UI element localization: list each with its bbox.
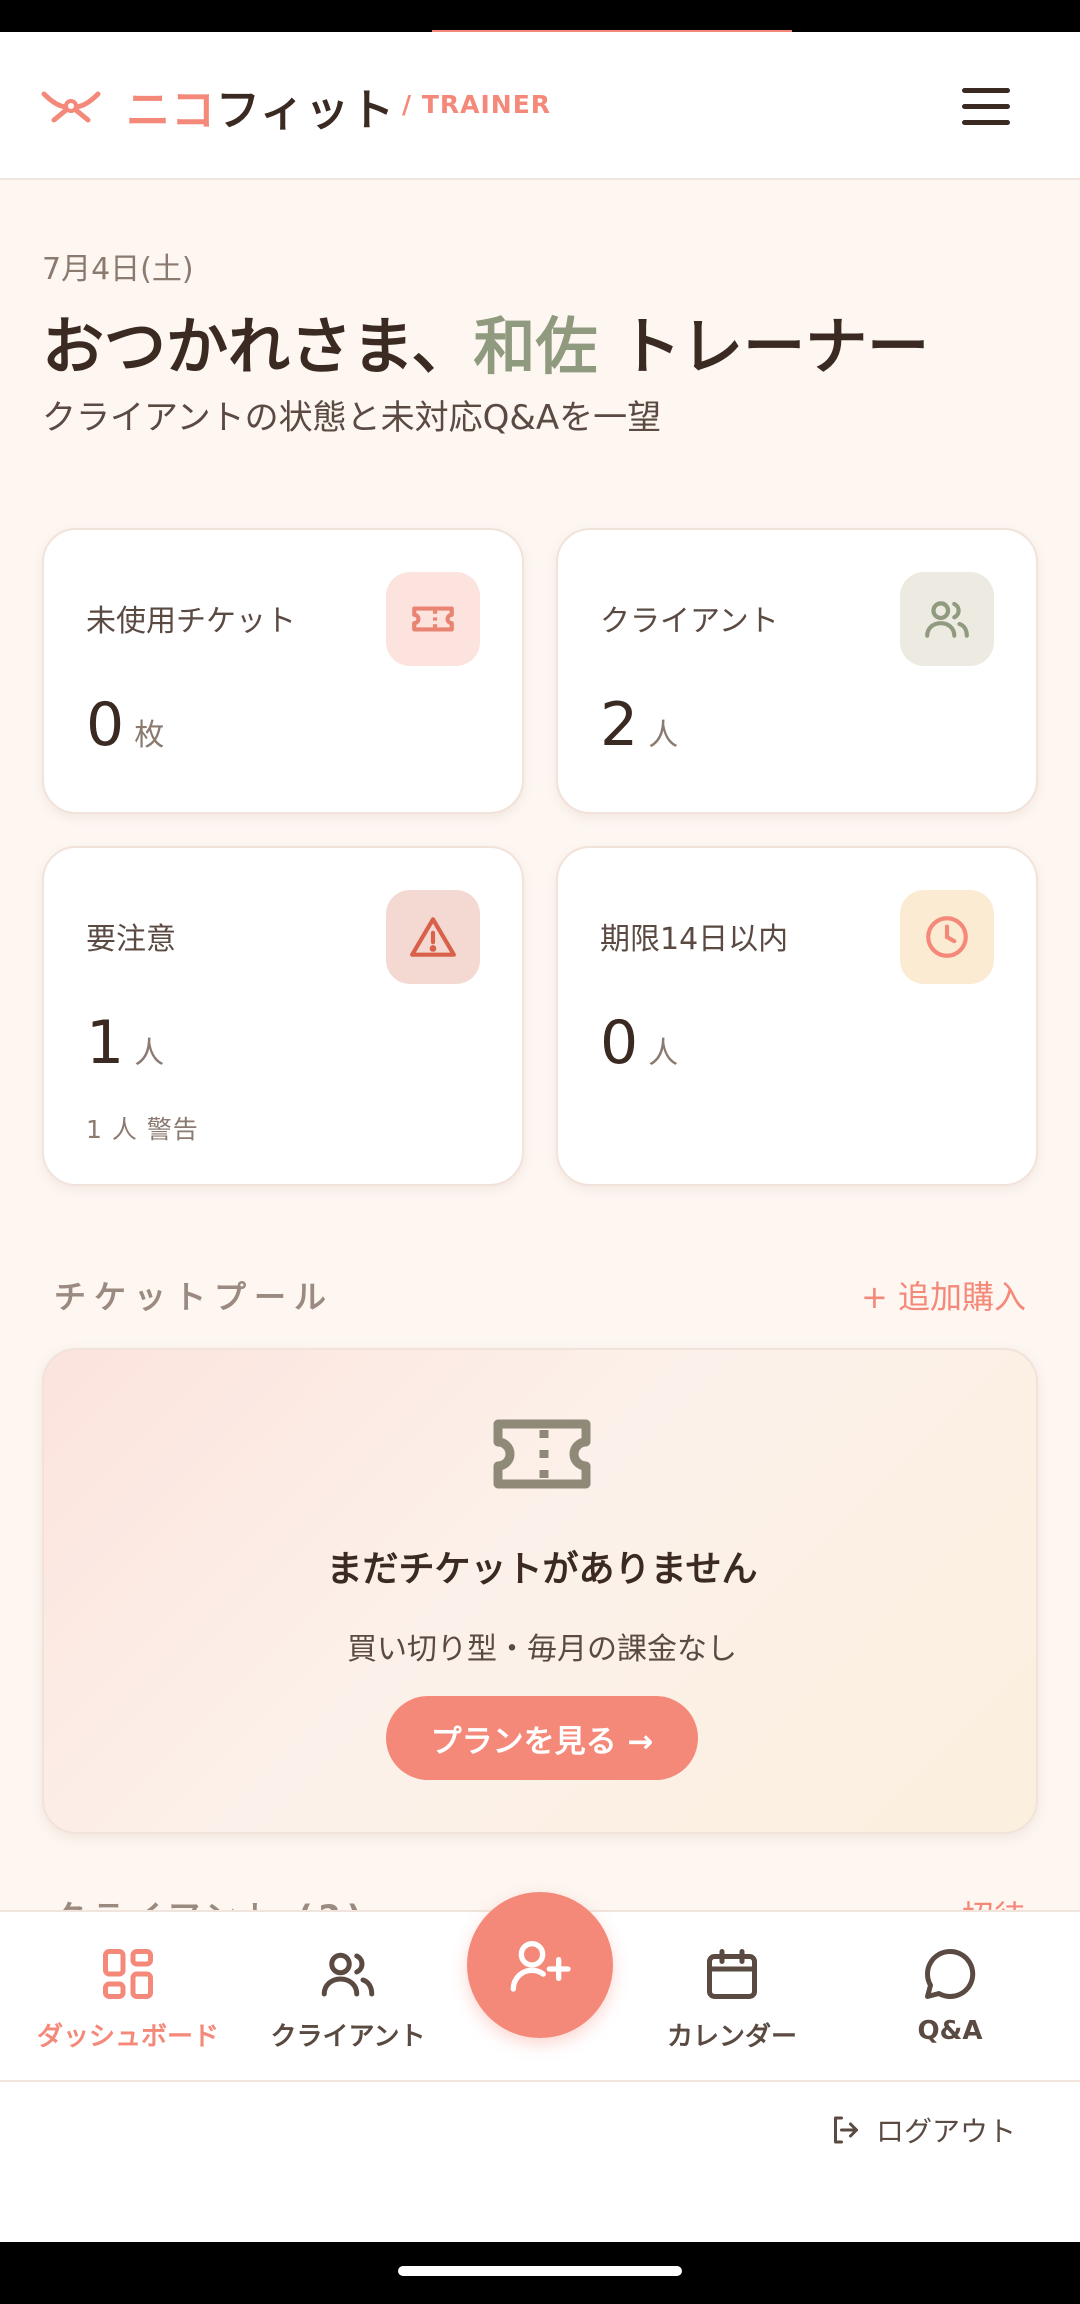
stat-unit: 枚 <box>134 718 165 753</box>
stat-unit: 人 <box>648 1036 679 1071</box>
logo-text-accent: ニコ <box>126 85 216 136</box>
page-subtitle: クライアントの状態と未対応Q&Aを一望 <box>42 398 662 438</box>
nav-label: カレンダー <box>666 2022 797 2052</box>
nav-item-qa[interactable]: Q&A <box>850 1944 1050 2046</box>
logout-button[interactable]: ログアウト <box>828 2110 1016 2150</box>
view-plans-button[interactable]: プランを見る → <box>386 1696 698 1780</box>
users-icon <box>900 572 994 666</box>
ticket-icon <box>493 1419 591 1489</box>
stat-unit: 人 <box>648 718 679 753</box>
add-user-icon <box>510 1941 571 1992</box>
logout-label: ログアウト <box>875 2115 1016 2148</box>
current-date: 7月4日(土) <box>42 252 194 287</box>
nav-item-calendar[interactable]: カレンダー <box>632 1944 832 2053</box>
stat-value: 0 <box>600 1008 639 1078</box>
menu-button[interactable] <box>958 82 1014 130</box>
trainer-name: 和佐 <box>473 310 598 383</box>
stat-label: 未使用チケット <box>86 604 296 639</box>
clock-icon <box>900 890 994 984</box>
hamburger-icon <box>962 88 1010 93</box>
stat-value: 1 <box>86 1008 125 1078</box>
chat-icon <box>924 1948 976 1999</box>
stat-label: クライアント <box>600 604 779 639</box>
nav-label: ダッシュボード <box>36 2022 219 2052</box>
calendar-icon <box>707 1949 757 1999</box>
users-icon <box>321 1952 375 1997</box>
footer: ログアウト <box>0 2082 1080 2242</box>
empty-state-title: まだチケットがありません <box>326 1549 758 1590</box>
ticket-pool-card: まだチケットがありません 買い切り型・毎月の課金なし プランを見る → <box>42 1348 1038 1834</box>
system-navigation-bar <box>0 2242 1080 2304</box>
stat-card-unused-tickets[interactable]: 未使用チケット 0枚 <box>42 528 524 814</box>
app-logo[interactable]: ニコフィット <box>126 74 395 138</box>
nav-label: クライアント <box>270 2022 426 2052</box>
logo-text-main: フィット <box>216 85 396 136</box>
stat-card-clients[interactable]: クライアント 2人 <box>556 528 1038 814</box>
app-header: ニコフィット / TRAINER <box>0 32 1080 180</box>
logout-icon <box>833 2116 858 2144</box>
logo-icon <box>41 91 101 123</box>
nav-item-clients[interactable]: クライアント <box>248 1944 448 2053</box>
page-title: おつかれさま、和佐 トレーナー <box>42 310 930 383</box>
stat-card-expiring[interactable]: 期限14日以内 0人 <box>556 846 1038 1186</box>
add-client-button[interactable] <box>467 1892 613 2038</box>
nav-item-dashboard[interactable]: ダッシュボード <box>28 1944 228 2053</box>
warning-icon <box>386 890 480 984</box>
nav-label: Q&A <box>917 2016 983 2046</box>
stat-label: 期限14日以内 <box>600 922 789 957</box>
stat-value: 0 <box>86 690 125 760</box>
ticket-icon <box>386 572 480 666</box>
add-purchase-link[interactable]: + 追加購入 <box>861 1272 1026 1318</box>
stat-note: 1 人 警告 <box>86 1115 199 1144</box>
empty-state-description: 買い切り型・毎月の課金なし <box>347 1632 737 1667</box>
role-label: / TRAINER <box>402 90 552 119</box>
stat-unit: 人 <box>134 1036 165 1071</box>
section-title-ticket-pool: チケットプール <box>54 1278 335 1316</box>
stat-label: 要注意 <box>86 922 176 957</box>
dashboard-icon <box>103 1949 153 1999</box>
home-indicator[interactable] <box>398 2266 682 2276</box>
status-bar <box>0 0 1080 32</box>
stat-card-attention[interactable]: 要注意 1人 1 人 警告 <box>42 846 524 1186</box>
stat-value: 2 <box>600 690 639 760</box>
